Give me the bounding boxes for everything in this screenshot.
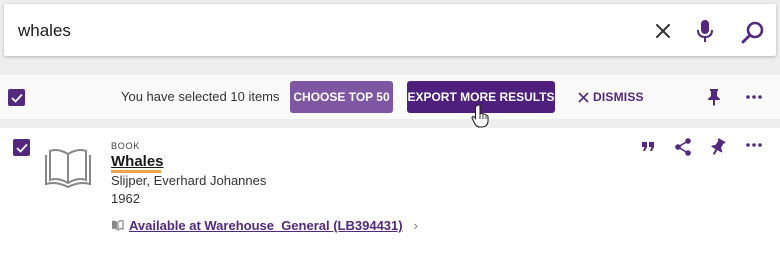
- availability-text: Available at Warehouse General (LB394431…: [129, 218, 403, 233]
- search-icon: [741, 21, 764, 44]
- search-bar: [4, 4, 776, 56]
- dismiss-label: DISMISS: [593, 90, 644, 104]
- share-icon: [674, 138, 691, 156]
- book-location-icon: [112, 220, 124, 231]
- microphone-icon: [697, 20, 713, 42]
- selection-count-text: You have selected 10 items: [121, 89, 280, 104]
- chevron-right-icon: ›: [413, 218, 418, 233]
- selection-more-options-button[interactable]: [744, 89, 764, 105]
- availability-link[interactable]: Available at Warehouse General (LB394431…: [111, 218, 418, 233]
- dismiss-button[interactable]: DISMISS: [578, 88, 644, 106]
- result-more-options-button[interactable]: [744, 138, 764, 152]
- result-checkbox[interactable]: [13, 139, 30, 156]
- search-input[interactable]: [18, 18, 618, 44]
- result-author: Slijper, Everhard Johannes: [111, 173, 267, 188]
- checkmark-icon: [10, 93, 23, 103]
- result-card: BOOK Whales Slijper, Everhard Johannes 1…: [0, 128, 780, 259]
- result-title-link[interactable]: Whales: [111, 153, 164, 170]
- pin-icon: [708, 89, 720, 106]
- share-button[interactable]: [674, 137, 692, 157]
- export-more-results-button[interactable]: EXPORT MORE RESULTS: [407, 81, 555, 113]
- clear-search-button[interactable]: [652, 20, 674, 42]
- close-icon: [578, 91, 589, 103]
- search-button[interactable]: [738, 17, 768, 47]
- cite-button[interactable]: [640, 138, 656, 156]
- more-options-icon: [746, 95, 762, 99]
- pin-selection-button[interactable]: [705, 87, 723, 107]
- pin-icon: [711, 138, 726, 155]
- voice-search-button[interactable]: [692, 17, 718, 45]
- select-all-checkbox[interactable]: [8, 89, 25, 106]
- choose-top-50-button[interactable]: CHOOSE TOP 50: [290, 81, 393, 113]
- result-type-label: BOOK: [111, 141, 141, 151]
- result-year: 1962: [111, 191, 140, 206]
- more-options-icon: [746, 143, 762, 147]
- citation-icon: [642, 142, 654, 151]
- pin-result-button[interactable]: [709, 137, 727, 157]
- selection-bar: You have selected 10 items CHOOSE TOP 50…: [0, 75, 780, 119]
- checkmark-icon: [15, 143, 28, 153]
- book-icon: [45, 149, 91, 189]
- close-icon: [656, 24, 670, 38]
